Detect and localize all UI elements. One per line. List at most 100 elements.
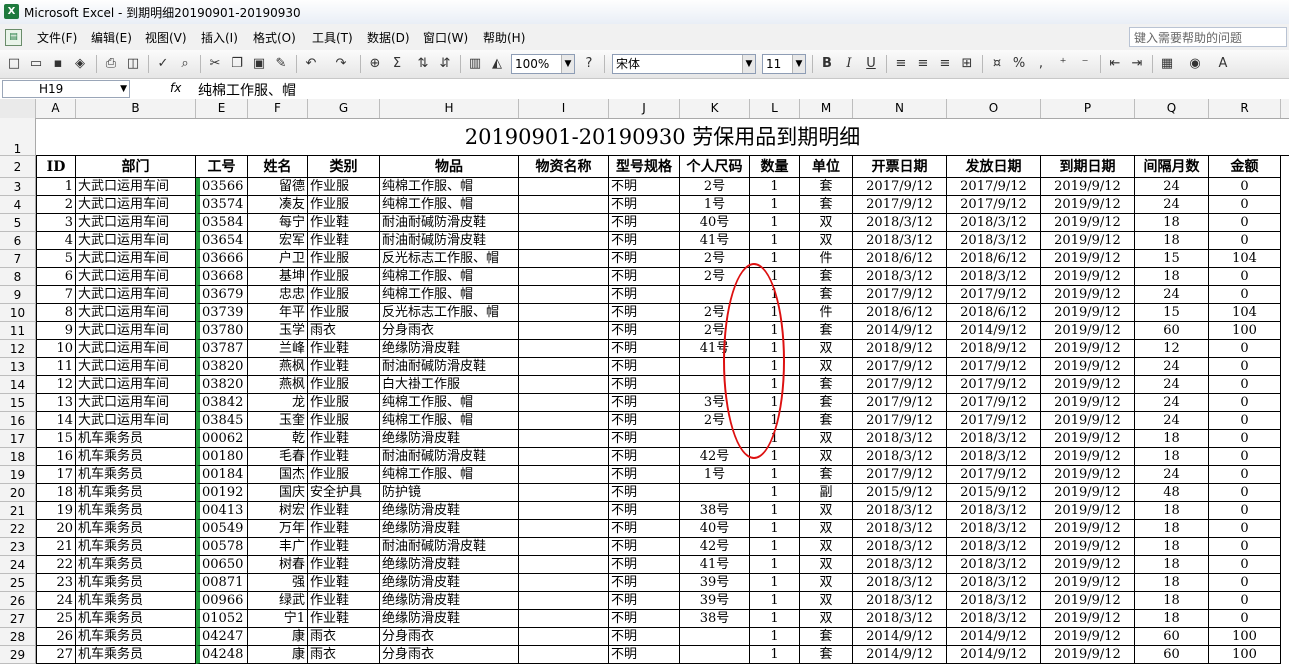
underline-button[interactable]: U	[862, 55, 880, 73]
row-header-1[interactable]: 1	[0, 118, 36, 156]
table-cell[interactable]: 2018/6/12	[853, 304, 947, 322]
column-header-q[interactable]: Q	[1135, 99, 1209, 118]
italic-button[interactable]: I	[840, 55, 858, 73]
comma-button[interactable]: ,	[1032, 55, 1050, 73]
header-cell[interactable]: 开票日期	[853, 156, 947, 178]
table-cell[interactable]: 双	[800, 502, 853, 520]
table-cell[interactable]	[680, 628, 750, 646]
table-cell[interactable]: 00578	[196, 538, 248, 556]
header-cell[interactable]: 物品	[380, 156, 519, 178]
research-icon[interactable]: ⌕	[176, 55, 194, 73]
table-cell[interactable]: 分身雨衣	[380, 322, 519, 340]
open-folder-icon[interactable]: ▭	[27, 55, 45, 73]
table-cell[interactable]: 纯棉工作服、帽	[380, 178, 519, 196]
table-cell[interactable]: 18	[1135, 430, 1209, 448]
table-cell[interactable]: 机车乘务员	[76, 538, 196, 556]
table-cell[interactable]: 大武口运用车间	[76, 214, 196, 232]
sheet-title[interactable]: 20190901-20190930 劳保用品到期明细	[36, 118, 1289, 156]
table-cell[interactable]: 2017/9/12	[947, 196, 1041, 214]
table-cell[interactable]: 18	[1135, 574, 1209, 592]
table-cell[interactable]: 雨衣	[308, 628, 380, 646]
table-cell[interactable]: 1号	[680, 196, 750, 214]
table-cell[interactable]: 24	[1135, 412, 1209, 430]
table-cell[interactable]: 2018/3/12	[853, 448, 947, 466]
table-cell[interactable]: 不明	[609, 340, 680, 358]
table-cell[interactable]: 18	[1135, 520, 1209, 538]
table-cell[interactable]: 24	[1135, 196, 1209, 214]
table-cell[interactable]: 康	[248, 628, 308, 646]
table-cell[interactable]: 龙	[248, 394, 308, 412]
column-header-b[interactable]: B	[76, 99, 196, 118]
table-cell[interactable]: 14	[36, 412, 76, 430]
header-cell[interactable]: 姓名	[248, 156, 308, 178]
table-cell[interactable]: 双	[800, 520, 853, 538]
header-cell[interactable]: ID	[36, 156, 76, 178]
workbook-icon[interactable]: ▤	[5, 29, 22, 46]
menu-edit[interactable]: 编辑(E)	[88, 28, 135, 47]
worksheet-grid[interactable]: 20190901-20190930 劳保用品到期明细 ID 部门 工号 姓名 类别 物品物…	[36, 118, 1289, 670]
table-cell[interactable]: 2019/9/12	[1041, 592, 1135, 610]
table-cell[interactable]: 18	[1135, 610, 1209, 628]
table-cell[interactable]: 强	[248, 574, 308, 592]
table-cell[interactable]: 0	[1209, 394, 1281, 412]
table-cell[interactable]: 耐油耐碱防滑皮鞋	[380, 232, 519, 250]
table-cell[interactable]: 2015/9/12	[947, 484, 1041, 502]
header-cell[interactable]: 金额	[1209, 156, 1281, 178]
table-cell[interactable]: 套	[800, 178, 853, 196]
table-cell[interactable]: 18	[1135, 592, 1209, 610]
table-cell[interactable]: 不明	[609, 646, 680, 664]
row-header-24[interactable]: 24	[0, 556, 36, 574]
row-header-26[interactable]: 26	[0, 592, 36, 610]
chevron-down-icon[interactable]: ▼	[742, 55, 755, 73]
table-cell[interactable]: 双	[800, 358, 853, 376]
table-cell[interactable]: 0	[1209, 214, 1281, 232]
table-cell[interactable]: 03739	[196, 304, 248, 322]
table-cell[interactable]: 2018/3/12	[853, 430, 947, 448]
decrease-indent-icon[interactable]: ⇤	[1106, 55, 1124, 73]
table-cell[interactable]: 2018/3/12	[947, 268, 1041, 286]
table-cell[interactable]: 雨衣	[308, 646, 380, 664]
table-cell[interactable]: 2019/9/12	[1041, 376, 1135, 394]
table-cell[interactable]: 套	[800, 196, 853, 214]
table-cell[interactable]: 42号	[680, 538, 750, 556]
table-cell[interactable]: 绝缘防滑皮鞋	[380, 556, 519, 574]
table-cell[interactable]: 2019/9/12	[1041, 574, 1135, 592]
table-cell[interactable]: 机车乘务员	[76, 430, 196, 448]
table-cell[interactable]: 1	[750, 556, 800, 574]
table-cell[interactable]: 绝缘防滑皮鞋	[380, 340, 519, 358]
table-cell[interactable]: 分身雨衣	[380, 628, 519, 646]
table-cell[interactable]: 件	[800, 304, 853, 322]
column-header-a[interactable]: A	[36, 99, 76, 118]
table-cell[interactable]: 1	[750, 232, 800, 250]
table-cell[interactable]: 2019/9/12	[1041, 484, 1135, 502]
table-cell[interactable]: 套	[800, 376, 853, 394]
table-cell[interactable]: 作业鞋	[308, 232, 380, 250]
row-header-10[interactable]: 10	[0, 304, 36, 322]
table-cell[interactable]: 13	[36, 394, 76, 412]
table-cell[interactable]	[519, 574, 609, 592]
header-cell[interactable]: 单位	[800, 156, 853, 178]
table-cell[interactable]: 大武口运用车间	[76, 232, 196, 250]
font-name-select[interactable]: 宋体 ▼	[612, 54, 756, 74]
row-header-20[interactable]: 20	[0, 484, 36, 502]
table-cell[interactable]: 双	[800, 340, 853, 358]
table-cell[interactable]: 不明	[609, 448, 680, 466]
table-cell[interactable]: 40号	[680, 214, 750, 232]
table-cell[interactable]: 03584	[196, 214, 248, 232]
table-cell[interactable]: 双	[800, 232, 853, 250]
table-cell[interactable]: 2019/9/12	[1041, 340, 1135, 358]
column-header-l[interactable]: L	[750, 99, 800, 118]
table-cell[interactable]: 03566	[196, 178, 248, 196]
table-cell[interactable]: 2018/3/12	[947, 430, 1041, 448]
table-cell[interactable]: 4	[36, 232, 76, 250]
cut-icon[interactable]: ✂	[206, 55, 224, 73]
table-cell[interactable]	[519, 520, 609, 538]
table-cell[interactable]: 12	[36, 376, 76, 394]
table-cell[interactable]: 不明	[609, 592, 680, 610]
drawing-icon[interactable]: ◭	[488, 55, 506, 73]
table-cell[interactable]: 国杰	[248, 466, 308, 484]
table-cell[interactable]: 双	[800, 610, 853, 628]
table-cell[interactable]: 2018/6/12	[853, 250, 947, 268]
table-cell[interactable]: 作业服	[308, 268, 380, 286]
table-cell[interactable]: 大武口运用车间	[76, 358, 196, 376]
